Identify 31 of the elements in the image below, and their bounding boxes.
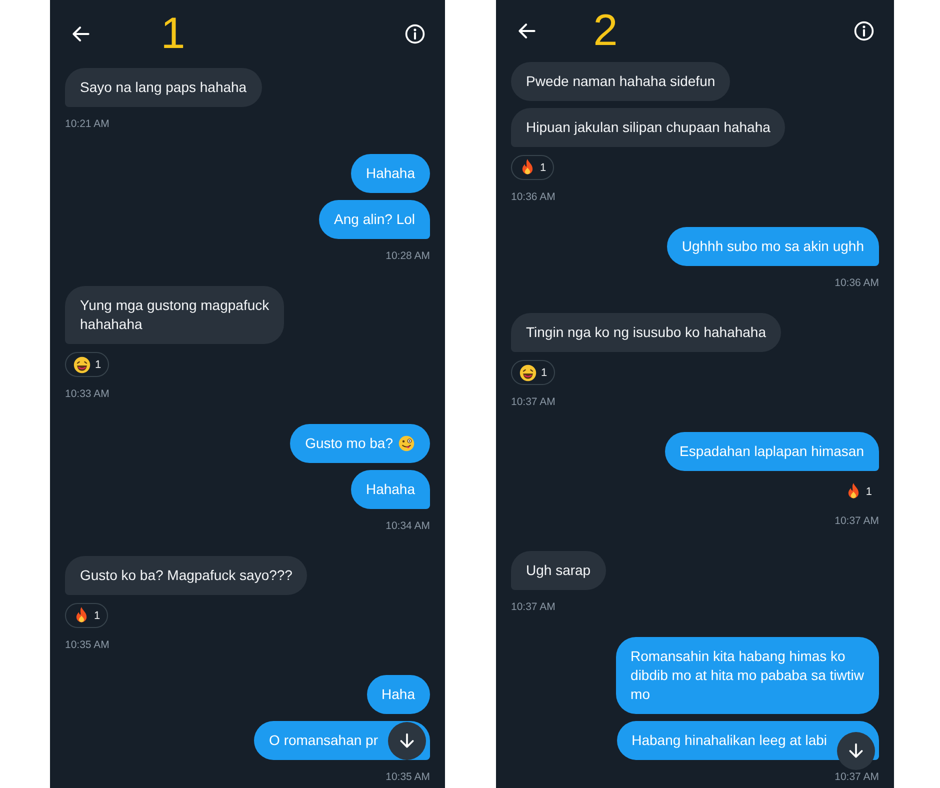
timestamp: 10:33 AM bbox=[65, 388, 110, 400]
message-bubble[interactable]: Tingin nga ko ng isusubo ko hahahaha bbox=[511, 313, 781, 352]
message-bubble[interactable]: Yung mga gustong magpafuck hahahaha bbox=[65, 286, 284, 344]
timestamp: 10:36 AM bbox=[834, 277, 879, 289]
reaction-badge[interactable]: 1 bbox=[511, 155, 554, 180]
laughing-face-icon bbox=[519, 364, 537, 382]
message-bubble[interactable]: Ugh sarap bbox=[511, 551, 606, 590]
laughing-face-icon bbox=[73, 356, 91, 374]
timestamp: 10:37 AM bbox=[834, 771, 879, 783]
reaction-badge[interactable]: 1 bbox=[65, 352, 110, 377]
reaction-badge[interactable]: 1 bbox=[838, 479, 879, 504]
timestamp: 10:37 AM bbox=[511, 396, 556, 408]
timestamp: 10:28 AM bbox=[386, 250, 430, 262]
info-icon[interactable] bbox=[404, 23, 426, 45]
silly-face-icon bbox=[398, 435, 415, 452]
panel-number: 2 bbox=[593, 9, 618, 53]
timestamp: 10:35 AM bbox=[386, 771, 430, 783]
timestamp: 10:21 AM bbox=[65, 118, 110, 130]
panel-number: 1 bbox=[160, 12, 186, 56]
reaction-badge[interactable]: 1 bbox=[65, 603, 108, 628]
info-icon[interactable] bbox=[852, 20, 875, 42]
timestamp: 10:37 AM bbox=[834, 515, 879, 527]
timestamp: 10:36 AM bbox=[511, 191, 556, 203]
timestamp: 10:37 AM bbox=[511, 601, 556, 613]
message-bubble[interactable]: Sayo na lang paps hahaha bbox=[65, 68, 262, 107]
timestamp: 10:35 AM bbox=[65, 639, 110, 651]
message-bubble[interactable]: Pwede naman hahaha sidefun bbox=[511, 62, 730, 101]
message-bubble[interactable]: Gusto ko ba? Magpafuck sayo??? bbox=[65, 556, 308, 595]
timestamp: 10:34 AM bbox=[386, 520, 430, 532]
message-bubble[interactable]: Hipuan jakulan silipan chupaan hahaha bbox=[511, 108, 786, 147]
reaction-badge[interactable]: 1 bbox=[511, 360, 556, 385]
